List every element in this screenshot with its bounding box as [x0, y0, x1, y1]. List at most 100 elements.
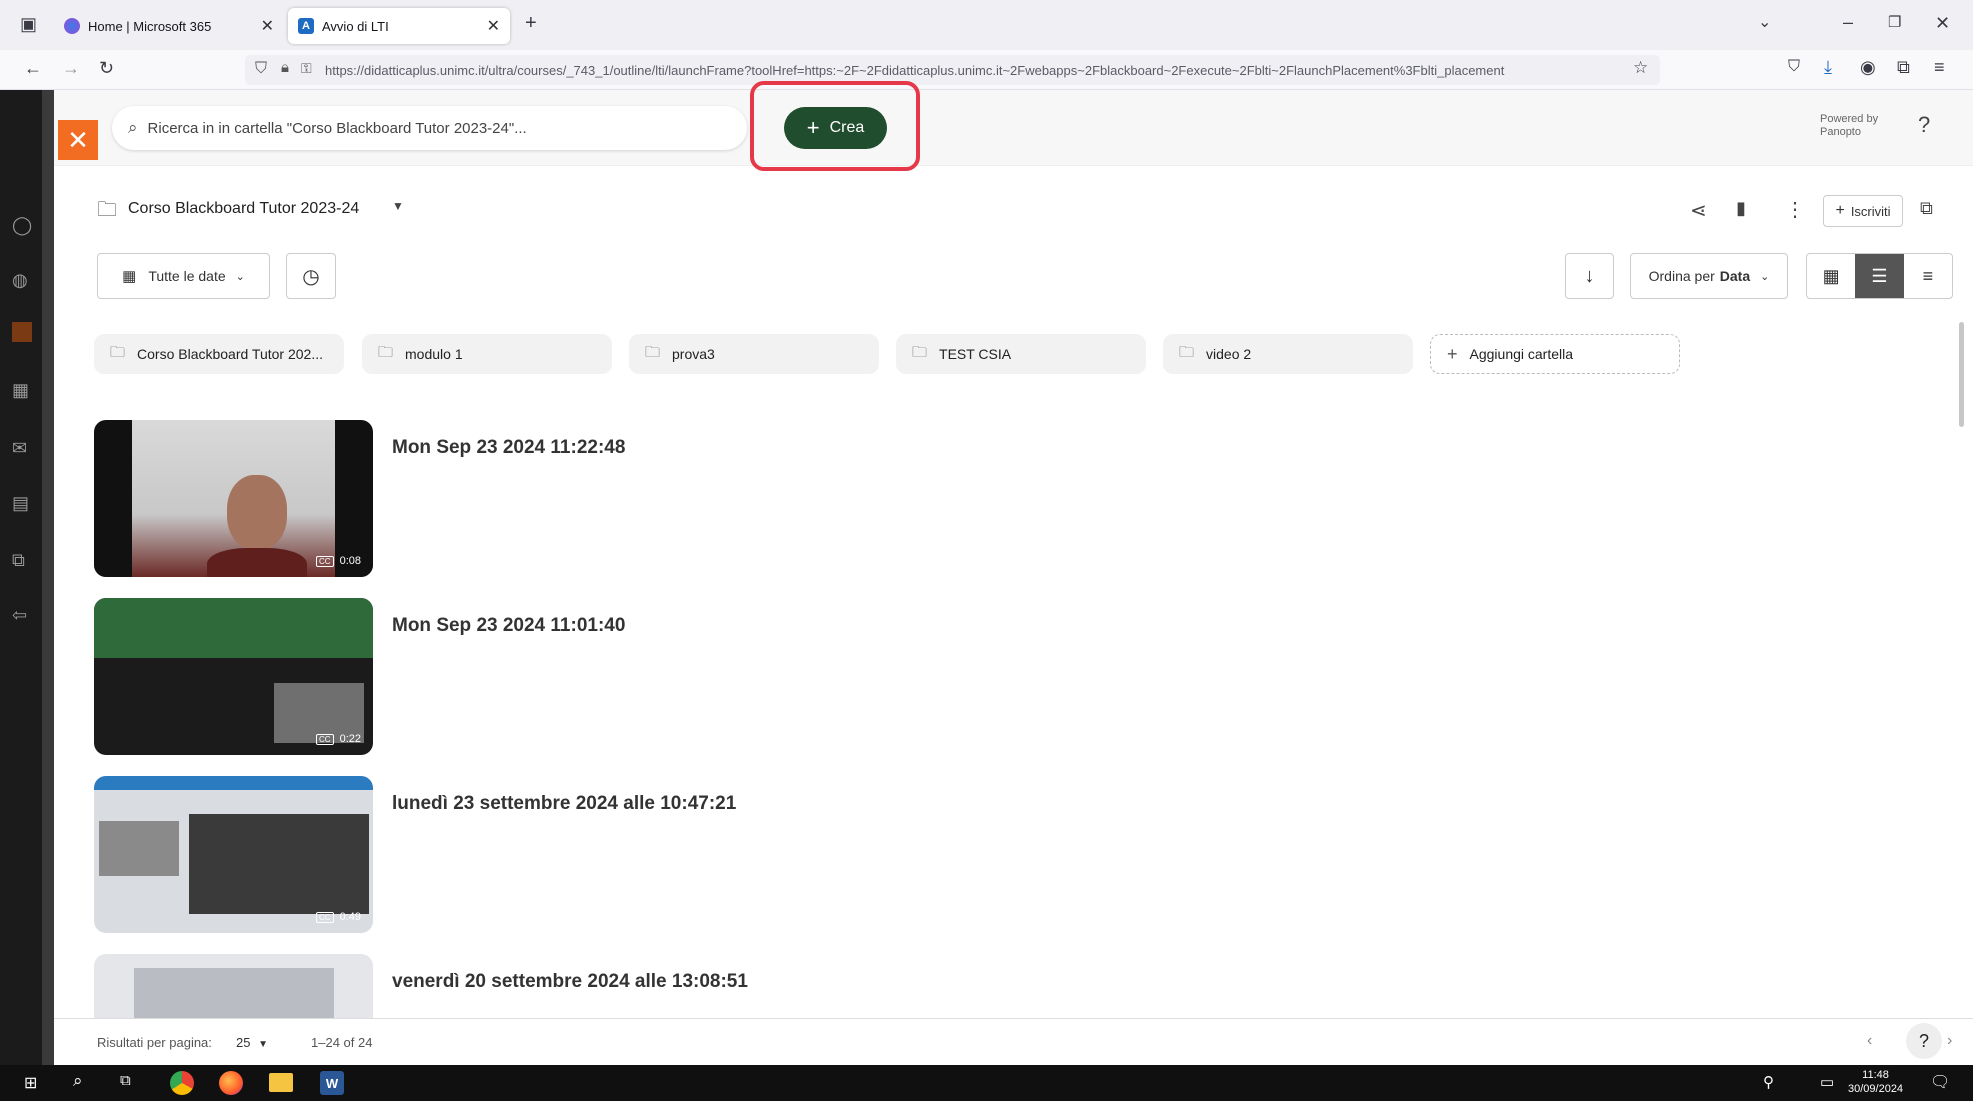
extensions-icon[interactable]: ⧉: [1897, 57, 1910, 78]
reload-icon[interactable]: ↻: [99, 58, 114, 79]
courses-icon[interactable]: [12, 322, 32, 342]
share-icon[interactable]: ⋖: [1690, 198, 1707, 223]
pocket-icon[interactable]: ⛉: [1788, 58, 1800, 76]
window-close-icon[interactable]: ✕: [1935, 13, 1950, 34]
chevron-down-icon: ▼: [258, 1039, 268, 1050]
list-view-button[interactable]: ≡: [1904, 254, 1952, 298]
subfolder-label: modulo 1: [405, 346, 463, 362]
grades-icon[interactable]: ▤: [12, 493, 32, 513]
subfolder-label: video 2: [1206, 346, 1252, 362]
chevron-down-icon: ⌄: [235, 270, 245, 283]
chrome-icon[interactable]: [170, 1071, 194, 1095]
people-icon[interactable]: ⚲: [1763, 1073, 1774, 1091]
calendar-icon[interactable]: ▦: [12, 380, 32, 400]
globe-icon[interactable]: ◍: [12, 270, 32, 290]
close-panel-button[interactable]: ✕: [58, 120, 98, 160]
folder-icon: 🗀︎: [1179, 343, 1195, 361]
download-icon[interactable]: ⤓: [1824, 57, 1832, 78]
sort-direction-button[interactable]: ↓: [1565, 253, 1614, 299]
lock-icon[interactable]: 🔒︎: [281, 59, 289, 76]
restore-icon[interactable]: ❐: [1888, 13, 1901, 31]
plus-icon: +: [1835, 202, 1845, 219]
help-chat-icon[interactable]: ?: [1906, 1023, 1942, 1059]
close-icon[interactable]: ✕: [261, 16, 274, 36]
user-icon[interactable]: ◯: [12, 215, 32, 235]
next-page-icon[interactable]: ›: [1947, 1032, 1952, 1050]
logout-icon[interactable]: ⇦: [12, 605, 32, 625]
task-view-icon[interactable]: ⧉: [120, 1072, 131, 1089]
scrollbar[interactable]: [1959, 322, 1964, 427]
subscribe-button[interactable]: + Iscriviti: [1823, 195, 1903, 227]
firefox-icon[interactable]: [219, 1071, 243, 1095]
search-input[interactable]: ⌕ Ricerca in in cartella "Corso Blackboa…: [112, 106, 747, 150]
session-thumbnail[interactable]: [94, 954, 373, 1018]
address-bar[interactable]: ⛉ 🔒︎ ⚿ https://didatticaplus.unimc.it/ul…: [245, 55, 1660, 85]
back-icon[interactable]: ←: [24, 58, 42, 79]
duration-text: 0:49: [339, 911, 361, 923]
history-button[interactable]: ◷: [286, 253, 336, 299]
network-icon[interactable]: ▭: [1820, 1073, 1834, 1091]
per-page-select[interactable]: 25 ▼: [236, 1035, 268, 1050]
permissions-icon[interactable]: ⚿: [301, 60, 312, 77]
previous-page-icon[interactable]: ‹: [1867, 1032, 1872, 1050]
session-title[interactable]: Mon Sep 23 2024 11:01:40: [392, 615, 625, 637]
tab-label: Home | Microsoft 365: [88, 18, 212, 34]
sort-dropdown[interactable]: Ordina per Data ⌄: [1630, 253, 1788, 299]
url-text: https://didatticaplus.unimc.it/ultra/cou…: [325, 62, 1505, 78]
search-icon: ⌕: [128, 118, 138, 137]
create-button[interactable]: + Crea: [784, 107, 887, 149]
add-folder-button[interactable]: + Aggiungi cartella: [1430, 334, 1680, 374]
shield-icon[interactable]: ⛉: [255, 60, 267, 78]
tools-icon[interactable]: ⧉: [12, 550, 32, 570]
more-options-icon[interactable]: ⋮: [1785, 197, 1805, 222]
pagination-footer: Risultati per pagina: 25 ▼ 1–24 of 24 ‹ …: [54, 1018, 1973, 1064]
date-filter-dropdown[interactable]: ▦ Tutte le date ⌄: [97, 253, 270, 299]
search-icon[interactable]: ⌕: [73, 1071, 83, 1091]
windows-start-icon[interactable]: ⊞: [24, 1073, 37, 1093]
session-thumbnail[interactable]: CC 0:22: [94, 598, 373, 755]
close-icon[interactable]: ✕: [487, 16, 500, 36]
tab-avvio-lti[interactable]: A Avvio di LTI ✕: [288, 8, 510, 44]
microsoft-365-favicon-icon: [64, 18, 80, 34]
new-tab-icon[interactable]: +: [525, 12, 537, 35]
subfolder-chip[interactable]: 🗀︎ video 2: [1163, 334, 1413, 374]
folder-title[interactable]: Corso Blackboard Tutor 2023-24: [128, 200, 359, 218]
grid-view-button[interactable]: ▦: [1807, 254, 1855, 298]
session-title[interactable]: venerdì 20 settembre 2024 alle 13:08:51: [392, 971, 748, 993]
tab-microsoft-365[interactable]: Home | Microsoft 365 ✕: [54, 8, 284, 44]
view-mode-toggle: ▦ ☰ ≡: [1806, 253, 1953, 299]
subfolder-chip[interactable]: 🗀︎ prova3: [629, 334, 879, 374]
results-per-page-label: Risultati per pagina:: [97, 1035, 212, 1050]
messages-icon[interactable]: ✉: [12, 438, 32, 458]
chevron-down-icon[interactable]: ⌄: [1758, 12, 1771, 32]
detail-view-button[interactable]: ☰: [1855, 254, 1904, 298]
time-text: 11:48: [1862, 1069, 1889, 1081]
forward-icon[interactable]: →: [62, 58, 80, 79]
subfolder-chip[interactable]: 🗀︎ Corso Blackboard Tutor 202...: [94, 334, 344, 374]
file-explorer-icon[interactable]: [269, 1073, 293, 1092]
open-new-window-icon[interactable]: ⧉: [1920, 198, 1933, 219]
word-icon[interactable]: W: [320, 1071, 344, 1095]
notifications-icon[interactable]: 🗨︎: [1930, 1072, 1950, 1092]
session-title[interactable]: lunedì 23 settembre 2024 alle 10:47:21: [392, 793, 736, 815]
session-thumbnail[interactable]: CC 0:49: [94, 776, 373, 933]
create-label: Crea: [829, 119, 865, 136]
clock[interactable]: 11:48 30/09/2024: [1848, 1068, 1903, 1096]
account-icon[interactable]: ◉: [1860, 57, 1876, 78]
close-icon: ✕: [67, 124, 89, 155]
plus-icon: +: [1447, 343, 1458, 364]
browser-tab-bar: ▣ Home | Microsoft 365 ✕ A Avvio di LTI …: [0, 0, 1973, 50]
stats-icon[interactable]: ▮: [1736, 198, 1746, 219]
session-thumbnail[interactable]: CC 0:08: [94, 420, 373, 577]
subfolder-chip[interactable]: 🗀︎ modulo 1: [362, 334, 612, 374]
tab-list-icon[interactable]: ▣: [20, 14, 37, 35]
session-title[interactable]: Mon Sep 23 2024 11:22:48: [392, 437, 625, 459]
help-button[interactable]: ?: [1918, 112, 1930, 138]
folder-dropdown-icon[interactable]: ▼: [392, 199, 404, 213]
folder-icon: 🗀︎: [97, 199, 117, 221]
duration-badge: CC 0:49: [316, 911, 361, 923]
menu-icon[interactable]: ≡: [1934, 57, 1945, 78]
subfolder-chip[interactable]: 🗀︎ TEST CSIA: [896, 334, 1146, 374]
bookmark-star-icon[interactable]: ☆: [1633, 58, 1648, 78]
minimize-icon[interactable]: –: [1843, 12, 1853, 33]
